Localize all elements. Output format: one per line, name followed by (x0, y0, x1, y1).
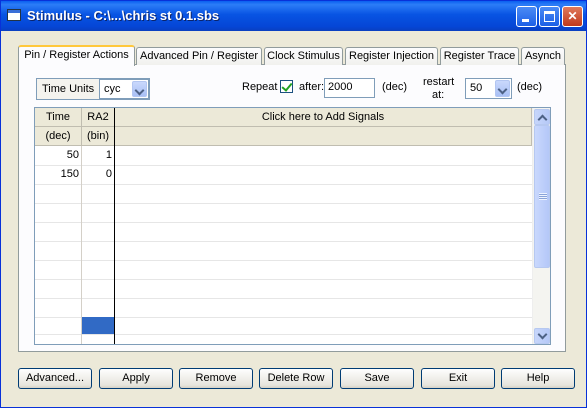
column-format-empty (115, 127, 532, 146)
restart-at-label: at: (432, 89, 445, 101)
remove-button[interactable]: Remove (179, 368, 253, 389)
advanced-button[interactable]: Advanced... (18, 368, 92, 389)
time-units-select[interactable]: cyc (99, 79, 149, 99)
tab-clock-stimulus[interactable]: Clock Stimulus (264, 47, 343, 65)
selected-cell[interactable] (82, 317, 114, 334)
row-divider (35, 203, 532, 204)
cell-ra2[interactable]: 1 (82, 146, 112, 165)
row-divider (35, 334, 532, 335)
time-units-label: Time Units (42, 83, 95, 95)
row-divider (35, 241, 532, 242)
column-format-ra2: (bin) (82, 127, 115, 146)
help-button[interactable]: Help (501, 368, 575, 389)
title-bar[interactable]: Stimulus - C:\...\chris st 0.1.sbs ✕ (1, 1, 586, 31)
row-divider (35, 184, 532, 185)
time-units-value: cyc (104, 83, 121, 95)
tab-register-trace[interactable]: Register Trace (440, 47, 519, 65)
exit-button[interactable]: Exit (421, 368, 495, 389)
column-header-ra2[interactable]: RA2 (82, 108, 115, 127)
minimize-icon (522, 19, 529, 22)
apply-button[interactable]: Apply (99, 368, 173, 389)
cell-time[interactable]: 50 (35, 146, 79, 165)
row-divider (35, 298, 532, 299)
scroll-thumb[interactable] (534, 125, 550, 268)
tab-asynch[interactable]: Asynch (521, 47, 565, 65)
chevron-down-icon[interactable] (495, 80, 510, 97)
save-button[interactable]: Save (340, 368, 414, 389)
repeat-checkbox[interactable] (280, 80, 293, 93)
scroll-down-icon[interactable] (534, 328, 550, 344)
ra2-column-divider (114, 146, 115, 344)
header-divider (114, 108, 115, 146)
maximize-button[interactable] (539, 6, 560, 27)
restart-label: restart (423, 76, 455, 88)
signal-grid[interactable]: Time RA2 Click here to Add Signals (dec)… (34, 107, 551, 345)
after-unit: (dec) (382, 81, 408, 93)
close-icon: ✕ (567, 9, 578, 23)
column-header-time[interactable]: Time (35, 108, 82, 127)
after-label: after: (299, 81, 325, 93)
cell-time[interactable]: 150 (35, 165, 79, 184)
tab-pin-register-actions[interactable]: Pin / Register Actions (18, 45, 135, 66)
row-divider (35, 260, 532, 261)
row-divider (35, 279, 532, 280)
stimulus-window: Stimulus - C:\...\chris st 0.1.sbs ✕ Pin… (0, 0, 587, 408)
cell-ra2[interactable]: 0 (82, 165, 112, 184)
maximize-icon (544, 11, 555, 22)
minimize-button[interactable] (516, 6, 537, 27)
restart-value: 50 (470, 82, 483, 94)
repeat-label: Repeat (242, 81, 278, 93)
tab-register-injection[interactable]: Register Injection (345, 47, 438, 65)
tab-advanced-pin-register[interactable]: Advanced Pin / Register (136, 47, 262, 65)
restart-unit: (dec) (517, 81, 543, 93)
window-icon (7, 9, 21, 21)
add-signals-header[interactable]: Click here to Add Signals (115, 108, 532, 127)
restart-select[interactable]: 50 (465, 78, 512, 99)
close-button[interactable]: ✕ (562, 6, 583, 27)
window-title: Stimulus - C:\...\chris st 0.1.sbs (27, 8, 220, 23)
vertical-scrollbar[interactable] (532, 108, 550, 344)
column-format-time: (dec) (35, 127, 82, 146)
delete-row-button[interactable]: Delete Row (259, 368, 333, 389)
chevron-down-icon[interactable] (132, 81, 147, 97)
scroll-up-icon[interactable] (534, 109, 550, 125)
row-divider (35, 222, 532, 223)
grip-icon (539, 193, 547, 200)
after-input[interactable]: 2000 (324, 78, 375, 98)
